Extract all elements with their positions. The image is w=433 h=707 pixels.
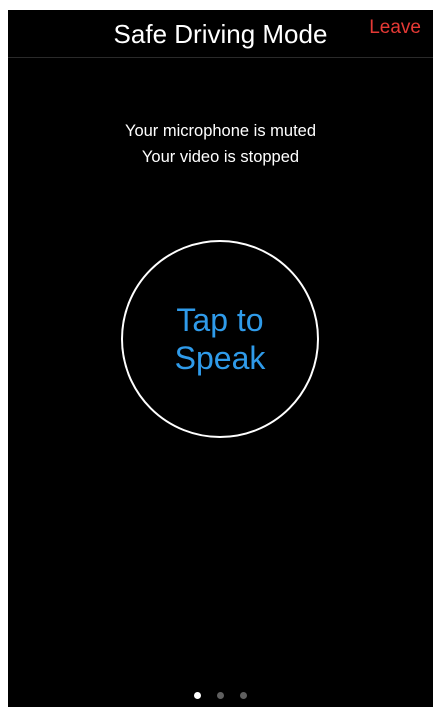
page-dot-3[interactable] <box>240 692 247 699</box>
leave-button[interactable]: Leave <box>369 16 421 40</box>
safe-driving-screen: Safe Driving Mode Leave Your microphone … <box>8 10 433 707</box>
header-bar: Safe Driving Mode Leave <box>8 10 433 58</box>
page-dot-2[interactable] <box>217 692 224 699</box>
top-clipped-strip <box>0 0 433 10</box>
page-indicator <box>8 692 433 699</box>
video-status: Your video is stopped <box>141 148 300 166</box>
status-messages: Your microphone is muted Your video is s… <box>8 118 433 170</box>
tap-to-speak-label: Tap to Speak <box>174 302 266 376</box>
page-dot-1[interactable] <box>194 692 201 699</box>
tap-to-speak-button[interactable]: Tap to Speak <box>121 240 319 438</box>
microphone-status: Your microphone is muted <box>124 122 317 140</box>
